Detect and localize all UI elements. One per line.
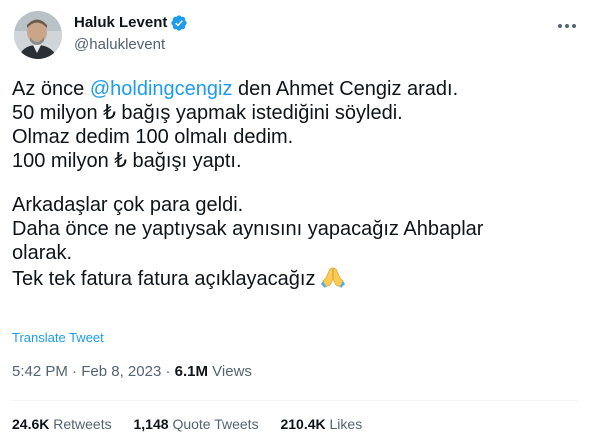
tweet-line: 50 milyon ₺ bağış yapmak istediğini söyl… bbox=[12, 102, 403, 124]
meta-separator: · bbox=[165, 363, 171, 380]
tweet-stats: 24.6K Retweets 1,148 Quote Tweets 210.4K… bbox=[12, 415, 380, 433]
retweets-stat[interactable]: 24.6K Retweets bbox=[12, 416, 112, 432]
meta-separator: · bbox=[72, 363, 78, 380]
tweet-card: Haluk Levent @haluklevent Az önce @holdi… bbox=[0, 0, 590, 447]
retweets-label: Retweets bbox=[53, 416, 112, 432]
author-handle[interactable]: @haluklevent bbox=[74, 35, 165, 55]
quote-tweets-label: Quote Tweets bbox=[172, 416, 259, 432]
tweet-time[interactable]: 5:42 PM bbox=[12, 363, 68, 380]
tweet-date[interactable]: Feb 8, 2023 bbox=[81, 363, 161, 380]
views-count: 6.1M bbox=[174, 363, 208, 380]
tweet-line: Az önce @holdingcengiz den Ahmet Cengiz … bbox=[12, 78, 459, 100]
tweet-line: Arkadaşlar çok para geldi. bbox=[12, 194, 244, 216]
folded-hands-icon bbox=[320, 265, 346, 289]
tweet-line: Tek tek fatura fatura açıklayacağız bbox=[12, 265, 578, 290]
verified-badge-icon bbox=[170, 14, 188, 32]
tweet-meta: 5:42 PM · Feb 8, 2023 · 6.1M Views bbox=[12, 362, 252, 382]
paragraph-break bbox=[12, 173, 578, 193]
tweet-text: Az önce @holdingcengiz den Ahmet Cengiz … bbox=[12, 77, 578, 290]
more-options-icon[interactable] bbox=[555, 14, 579, 38]
likes-stat[interactable]: 210.4K Likes bbox=[280, 416, 362, 432]
quote-tweets-stat[interactable]: 1,148 Quote Tweets bbox=[134, 416, 259, 432]
author-name-row[interactable]: Haluk Levent bbox=[74, 13, 188, 33]
likes-label: Likes bbox=[329, 416, 363, 432]
author-display-name[interactable]: Haluk Levent bbox=[74, 13, 167, 33]
quote-tweets-count: 1,148 bbox=[133, 416, 169, 432]
tweet-line: olarak. bbox=[12, 242, 73, 264]
tweet-line: 100 milyon ₺ bağışı yaptı. bbox=[12, 150, 242, 172]
mention-link[interactable]: @holdingcengiz bbox=[90, 78, 233, 100]
tweet-line: Olmaz dedim 100 olmalı dedim. bbox=[12, 126, 294, 148]
retweets-count: 24.6K bbox=[12, 416, 50, 432]
avatar[interactable] bbox=[14, 11, 62, 59]
views-label: Views bbox=[212, 363, 252, 380]
tweet-line: Daha önce ne yaptıysak aynısını yapacağı… bbox=[12, 218, 484, 240]
avatar-image bbox=[14, 11, 62, 59]
translate-tweet-link[interactable]: Translate Tweet bbox=[12, 330, 104, 346]
divider bbox=[12, 400, 578, 401]
likes-count: 210.4K bbox=[280, 416, 326, 432]
